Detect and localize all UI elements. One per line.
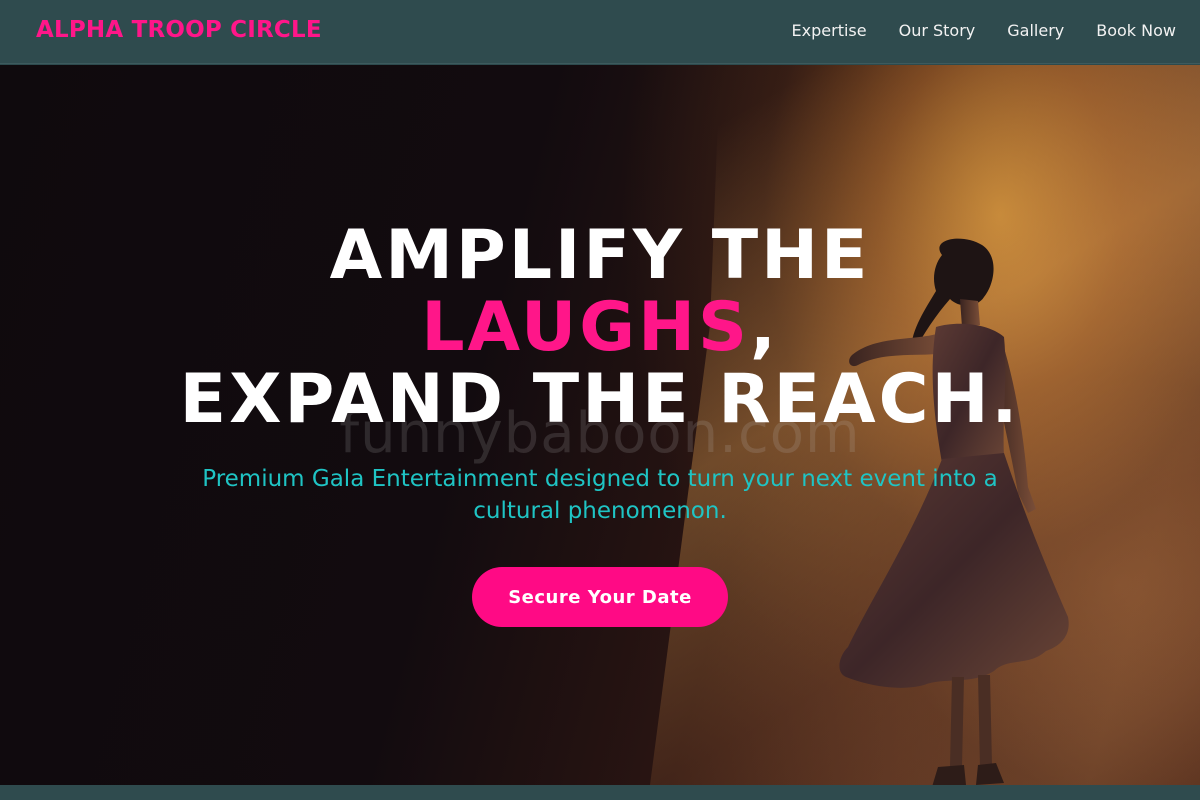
headline-comma: , <box>749 288 779 367</box>
nav-link-expertise[interactable]: Expertise <box>792 21 867 40</box>
nav-link-book-now[interactable]: Book Now <box>1096 21 1176 40</box>
nav-link-our-story[interactable]: Our Story <box>899 21 976 40</box>
brand-logo[interactable]: ALPHA TROOP CIRCLE <box>36 17 322 43</box>
top-navbar: ALPHA TROOP CIRCLE Expertise Our Story G… <box>0 0 1200 64</box>
hero-subtitle: Premium Gala Entertainment designed to t… <box>202 466 998 524</box>
headline-line-3: EXPAND THE REACH. <box>179 360 1021 439</box>
next-section-edge <box>0 785 1200 800</box>
headline-line-2: LAUGHS, <box>0 292 1200 364</box>
secure-your-date-button[interactable]: Secure Your Date <box>472 567 728 627</box>
headline-accent-word: LAUGHS <box>421 288 750 367</box>
hero-section: funnybaboon.com AMPLIFY THE LAUGHS, EXPA… <box>0 65 1200 785</box>
hero-headline: AMPLIFY THE LAUGHS, EXPAND THE REACH. <box>0 220 1200 436</box>
headline-line-1: AMPLIFY THE <box>329 216 871 295</box>
main-nav: Expertise Our Story Gallery Book Now <box>792 21 1176 40</box>
nav-link-gallery[interactable]: Gallery <box>1007 21 1064 40</box>
